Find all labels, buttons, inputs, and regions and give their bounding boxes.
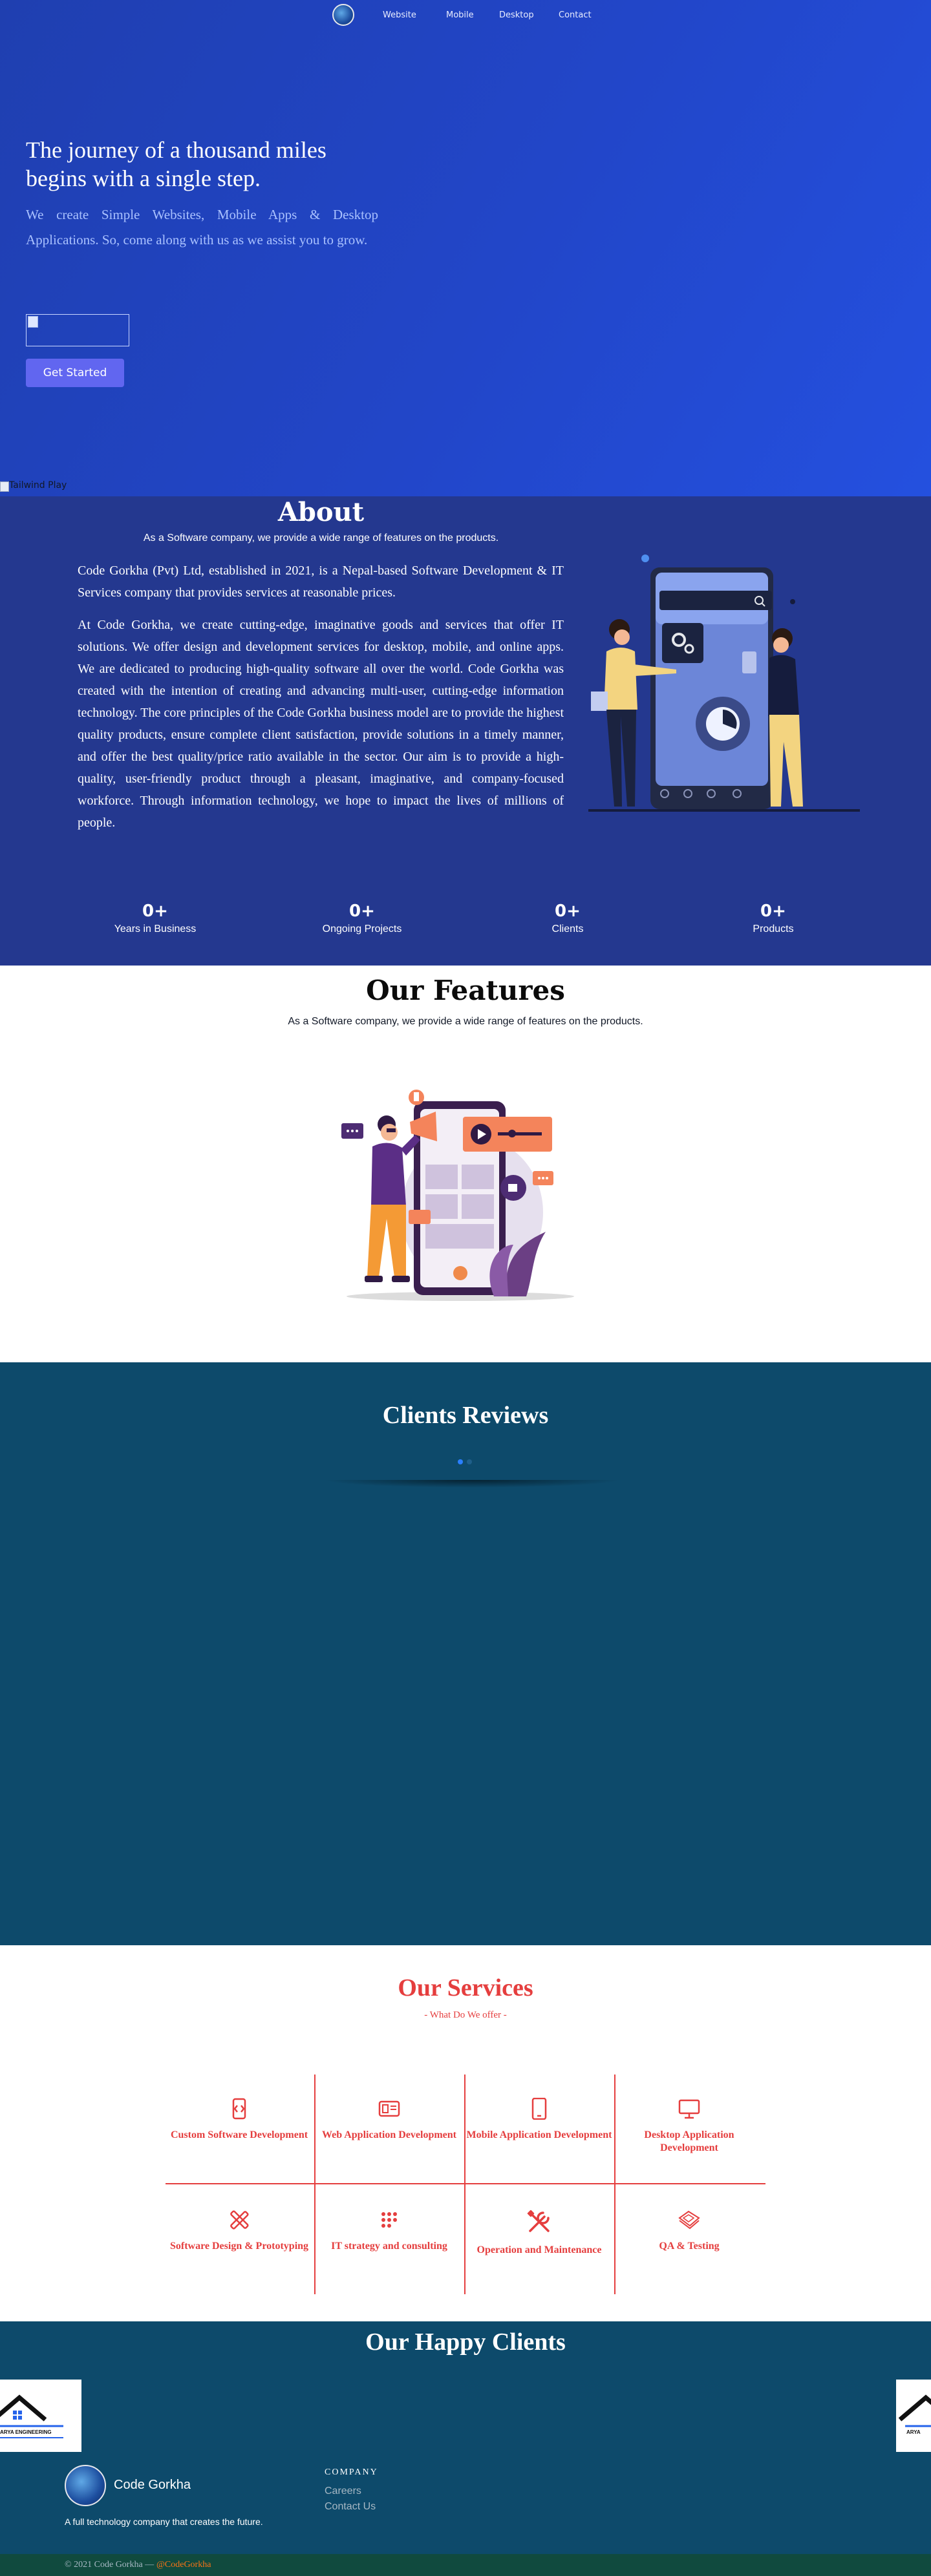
hero-title: The journey of a thousand miles begins w… (26, 137, 326, 191)
happy-clients-title: Our Happy Clients (365, 2328, 566, 2356)
nav-link-mobile[interactable]: Mobile (446, 10, 474, 20)
stat-value: 0+ (349, 902, 375, 921)
service-web-application[interactable]: Web Application Development (314, 2098, 464, 2142)
grid-divider (166, 2183, 765, 2184)
hero-subtitle: We create Simple Websites, Mobile Apps &… (26, 207, 378, 248)
arya-engineering-logo: ARYA ENGINEERING (0, 2394, 63, 2438)
stat-value: 0+ (760, 902, 786, 921)
footer-link-contact-us[interactable]: Contact Us (325, 2501, 376, 2513)
client-logo: ARYA (896, 2380, 931, 2452)
top-nav: Website Mobile Desktop Contact (0, 0, 931, 31)
reviews-title: Clients Reviews (382, 1402, 549, 1429)
hero-section: Website Mobile Desktop Contact The journ… (0, 0, 931, 496)
client-logo: ARYA ENGINEERING (0, 2380, 81, 2452)
service-label: QA & Testing (659, 2241, 720, 2252)
strategy-icon (381, 2212, 397, 2228)
features-subtitle: As a Software company, we provide a wide… (288, 1016, 643, 1027)
svg-text:ARYA: ARYA (906, 2429, 921, 2435)
stat-years: 0+ Years in Business (71, 901, 239, 937)
carousel-shadow (323, 1480, 621, 1488)
copyright-text: © 2021 Code Gorkha — (65, 2560, 155, 2570)
about-text: Code Gorkha (Pvt) Ltd, established in 20… (78, 560, 564, 844)
stat-label: Products (753, 924, 794, 934)
nav-link-contact[interactable]: Contact (559, 10, 592, 20)
mobile-icon (531, 2098, 547, 2120)
stat-clients: 0+ Clients (484, 901, 652, 937)
about-subtitle: As a Software company, we provide a wide… (143, 533, 499, 544)
footer: Code Gorkha A full technology company th… (0, 2457, 931, 2554)
carousel-dot[interactable] (467, 1459, 472, 1464)
service-label: Custom Software Development (170, 2129, 308, 2140)
footer-logo[interactable] (65, 2465, 106, 2506)
broken-image-placeholder (26, 314, 129, 346)
stat-label: Clients (551, 924, 584, 934)
stat-products: 0+ Products (689, 901, 857, 937)
services-title: Our Services (398, 1974, 533, 2001)
services-subtitle: - What Do We offer - (424, 2010, 507, 2020)
code-phone-icon (232, 2098, 246, 2120)
services-section: Our Services - What Do We offer - Custom… (0, 1945, 931, 2321)
nav-link-desktop[interactable]: Desktop (499, 10, 534, 20)
desktop-icon (678, 2099, 700, 2119)
service-label: IT strategy and consulting (331, 2241, 447, 2252)
happy-clients-section: Our Happy Clients ARYA ENGINEERING ARYA (0, 2321, 931, 2457)
features-section: Our Features As a Software company, we p… (0, 966, 931, 1362)
service-operation-maintenance[interactable]: Operation and Maintenance (464, 2209, 614, 2257)
about-paragraph: Code Gorkha (Pvt) Ltd, established in 20… (78, 564, 564, 600)
copyright-bar: © 2021 Code Gorkha — @CodeGorkha (0, 2554, 931, 2576)
about-illustration (588, 554, 860, 812)
carousel-dot-active[interactable] (458, 1459, 463, 1464)
stat-value: 0+ (142, 902, 168, 921)
wrench-screwdriver-icon (527, 2210, 550, 2232)
code-gorkha-logo[interactable] (332, 4, 354, 26)
stat-ongoing-projects: 0+ Ongoing Projects (278, 901, 446, 937)
service-qa-testing[interactable]: QA & Testing (614, 2209, 764, 2253)
client-reviews-section: Clients Reviews (0, 1362, 931, 1945)
footer-brand: Code Gorkha (114, 2478, 191, 2492)
service-label: Web Application Development (321, 2129, 456, 2140)
footer-link-careers[interactable]: Careers (325, 2486, 361, 2497)
web-app-icon (378, 2100, 400, 2117)
service-label: Desktop Application Development (644, 2129, 734, 2153)
arya-engineering-logo: ARYA (898, 2394, 931, 2435)
social-handle-link[interactable]: @CodeGorkha (156, 2560, 211, 2570)
service-it-strategy[interactable]: IT strategy and consulting (314, 2209, 464, 2253)
about-section: About As a Software company, we provide … (0, 496, 931, 966)
footer-tagline: A full technology company that creates t… (65, 2517, 263, 2527)
svg-text:ARYA ENGINEERING: ARYA ENGINEERING (0, 2429, 52, 2435)
footer-company-heading: COMPANY (325, 2467, 378, 2477)
service-software-design[interactable]: Software Design & Prototyping (164, 2209, 314, 2253)
nav-link-website[interactable]: Website (383, 10, 416, 20)
design-tools-icon (230, 2210, 249, 2230)
stat-value: 0+ (555, 902, 581, 921)
qa-testing-icon (678, 2210, 700, 2230)
stat-label: Ongoing Projects (322, 924, 402, 934)
about-paragraph: At Code Gorkha, we create cutting-edge, … (78, 618, 564, 830)
service-label: Operation and Maintenance (476, 2244, 602, 2255)
service-label: Mobile Application Development (466, 2129, 612, 2140)
service-desktop-application[interactable]: Desktop Application Development (614, 2098, 764, 2155)
features-title: Our Features (366, 975, 565, 1006)
get-started-button[interactable]: Get Started (26, 359, 124, 387)
stat-label: Years in Business (114, 924, 197, 934)
service-custom-software[interactable]: Custom Software Development (164, 2098, 314, 2142)
features-illustration (341, 1090, 574, 1301)
service-mobile-application[interactable]: Mobile Application Development (464, 2098, 614, 2142)
about-title: About (277, 497, 365, 527)
service-label: Software Design & Prototyping (169, 2241, 309, 2252)
broken-image-alt: Tailwind Play (0, 480, 67, 494)
